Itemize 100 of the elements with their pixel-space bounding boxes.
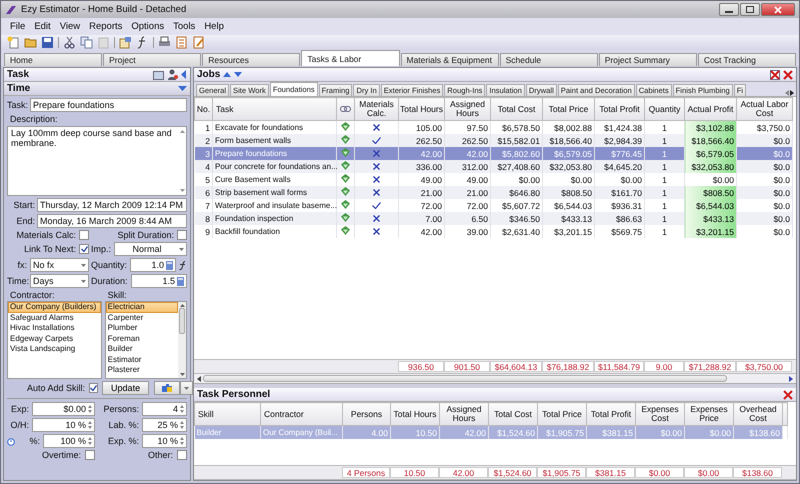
column-header[interactable]: Quantity xyxy=(644,98,684,120)
date-picker[interactable]: Thursday, 12 March 2009 12:14 PM xyxy=(37,198,187,212)
column-header[interactable]: Materials Calc. xyxy=(354,98,398,120)
job-row[interactable]: 4 Pour concrete for foundations an... 336.00 312.00 $27,408.60 $32,053.80 $4,645.20 1 $32,053.80 $0.0 xyxy=(194,160,792,173)
new-file-icon[interactable] xyxy=(7,36,20,49)
scroll-thumb[interactable] xyxy=(203,375,727,382)
spin-field[interactable]: $0.00 xyxy=(32,402,95,416)
main-tab[interactable]: Cost Tracking xyxy=(698,53,796,66)
delete-all-icon[interactable] xyxy=(783,70,793,80)
column-header[interactable]: Assigned Hours xyxy=(444,98,490,120)
main-tab[interactable]: Project Summary xyxy=(598,53,697,66)
column-header[interactable]: Skill xyxy=(194,402,260,426)
skill-item[interactable]: Foreman xyxy=(106,334,178,344)
close-button[interactable] xyxy=(761,3,795,16)
column-header[interactable]: Total Price xyxy=(538,402,586,426)
spin-arrows-icon[interactable] xyxy=(88,437,92,445)
column-header[interactable]: Total Cost xyxy=(490,98,542,120)
menu-item[interactable]: Tools xyxy=(173,21,196,32)
caret-icon[interactable] xyxy=(178,86,187,91)
save-icon[interactable] xyxy=(41,36,54,49)
spin-arrows-icon[interactable] xyxy=(180,405,184,413)
contractor-item[interactable]: Edgeway Carpets xyxy=(8,334,101,344)
move-down-icon[interactable] xyxy=(234,72,242,77)
scroll-right-icon[interactable] xyxy=(790,90,794,96)
column-header[interactable]: Overhead Cost xyxy=(734,402,782,426)
main-tab[interactable]: Project xyxy=(103,53,202,66)
column-header[interactable]: Expenses Price xyxy=(684,402,734,426)
column-header[interactable]: Total Profit xyxy=(586,402,636,426)
skill-item[interactable]: Plumber xyxy=(106,323,178,334)
job-row[interactable]: 6 Strip basement wall forms 21.00 21.00 $646.80 $808.50 $161.70 1 $808.50 $0.0 xyxy=(194,186,792,199)
checkbox[interactable] xyxy=(79,244,89,254)
edit-report-icon[interactable] xyxy=(192,36,205,49)
column-header[interactable]: No. xyxy=(194,98,212,120)
main-tab[interactable]: Home xyxy=(4,53,102,66)
collapse-left-icon[interactable] xyxy=(181,70,187,79)
scroll-down-icon[interactable] xyxy=(180,189,184,192)
skill-item[interactable]: Builder xyxy=(106,344,178,354)
report-icon[interactable] xyxy=(175,36,188,49)
link-column-header[interactable] xyxy=(336,98,354,120)
contractor-item[interactable]: Our Company (Builders) xyxy=(8,302,101,312)
skill-item[interactable]: Carpenter xyxy=(106,312,178,323)
scroll-left-icon[interactable] xyxy=(197,376,201,382)
skill-item[interactable]: Plasterer xyxy=(106,365,178,376)
spin-field[interactable]: 25 % xyxy=(142,418,187,432)
column-header[interactable]: Task xyxy=(212,98,336,120)
spin-arrows-icon[interactable] xyxy=(88,421,92,429)
dropdown[interactable]: Normal xyxy=(114,242,187,256)
number-field[interactable]: 1.0 xyxy=(130,258,176,272)
job-row[interactable]: 2 Form basement walls 262.50 262.50 $15,582.01 $18,566.40 $2,984.39 1 $18,566.40 $0.0 xyxy=(194,134,792,147)
checkbox[interactable] xyxy=(89,383,98,393)
scroll-thumb[interactable] xyxy=(179,308,185,334)
description-field[interactable]: Lay 100mm deep course sand base and membrane. xyxy=(7,126,187,196)
calculator-icon[interactable] xyxy=(166,260,173,270)
copy-icon[interactable] xyxy=(80,36,93,49)
move-up-icon[interactable] xyxy=(223,72,232,77)
close-icon[interactable] xyxy=(783,390,793,400)
column-header[interactable]: Total Profit xyxy=(594,98,644,120)
main-tab[interactable]: Materials & Equipment xyxy=(400,53,499,66)
checkbox[interactable] xyxy=(177,230,187,240)
spin-field[interactable]: 4 xyxy=(142,402,187,416)
main-tab[interactable]: Tasks & Labor xyxy=(301,50,400,66)
menu-item[interactable]: Help xyxy=(204,21,224,32)
cut-icon[interactable] xyxy=(63,36,76,49)
checkbox[interactable] xyxy=(177,450,187,460)
scroll-right-icon[interactable] xyxy=(789,376,793,382)
update-button[interactable]: Update xyxy=(102,381,150,395)
job-row[interactable]: 3 Prepare foundations 42.00 42.00 $5,802.60 $6,579.05 $776.45 1 $6,579.05 $0.0 xyxy=(194,147,792,160)
column-header[interactable]: Actual Profit xyxy=(684,98,736,120)
column-header[interactable]: Total Price xyxy=(542,98,594,120)
job-row[interactable]: 9 Backfill foundation 42.00 39.00 $2,631.40 $3,201.15 $569.75 1 $3,201.15 $0.0 xyxy=(194,225,792,238)
calculator-icon[interactable] xyxy=(177,276,184,286)
maximize-button[interactable] xyxy=(740,3,760,16)
menu-item[interactable]: Reports xyxy=(89,21,122,32)
calendar-icon[interactable] xyxy=(153,70,164,80)
dropdown[interactable]: Days xyxy=(30,274,89,288)
menu-item[interactable]: File xyxy=(10,21,26,32)
column-header[interactable]: Total Hours xyxy=(398,98,444,120)
number-field[interactable]: 1.5 xyxy=(130,274,187,288)
minimize-button[interactable] xyxy=(719,3,739,16)
skill-item[interactable]: Electrician xyxy=(106,302,178,312)
main-tab[interactable]: Schedule xyxy=(500,53,598,66)
contractor-item[interactable]: Vista Landscaping xyxy=(8,344,101,354)
column-header[interactable]: Persons xyxy=(342,402,390,426)
puzzle-button[interactable] xyxy=(154,381,180,395)
spin-arrows-icon[interactable] xyxy=(180,437,184,445)
contractor-item[interactable]: Safeguard Alarms xyxy=(8,312,101,323)
task-name-field[interactable]: Prepare foundations xyxy=(30,98,187,112)
scroll-up-icon[interactable] xyxy=(180,130,184,133)
scroll-down-icon[interactable] xyxy=(180,373,184,376)
spin-field[interactable]: 10 % xyxy=(32,418,95,432)
delete-icon[interactable] xyxy=(770,70,780,80)
checkbox[interactable] xyxy=(79,230,89,240)
column-header[interactable]: Assigned Hours xyxy=(440,402,488,426)
person-icon[interactable] xyxy=(167,69,178,80)
spin-arrows-icon[interactable] xyxy=(88,405,92,413)
spin-field[interactable]: 10 % xyxy=(142,434,187,448)
checkbox[interactable] xyxy=(85,450,95,460)
column-header[interactable]: Total Cost xyxy=(488,402,538,426)
spin-field[interactable]: 100 % xyxy=(43,434,95,448)
column-header[interactable]: Contractor xyxy=(260,402,342,426)
